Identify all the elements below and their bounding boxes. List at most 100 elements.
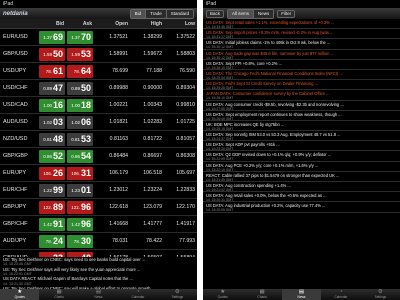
col-bid[interactable]: Bid	[38, 21, 66, 27]
segment-bid[interactable]: Bid	[130, 9, 147, 18]
quote-row[interactable]: USD/JPY 78. 61 78. 64 78.699 77.188 76.590	[0, 63, 197, 80]
bid-quote-cell[interactable]: 1.00 16	[39, 98, 65, 112]
ask-quote-cell[interactable]: 1.37 70	[67, 30, 93, 44]
ask-quote-cell[interactable]: 0.89 50	[67, 81, 93, 95]
bid-quote-cell[interactable]: 106. 26	[39, 166, 65, 180]
tab-calendar[interactable]: ◔ Calendar	[321, 289, 360, 300]
bid-quote-cell[interactable]: 1.02 03	[39, 115, 65, 129]
news-ticker-item[interactable]: US: Tsy Sec Geithner on CNBC: says need …	[0, 257, 197, 267]
bid-quote-cell[interactable]: 1.59 50	[39, 47, 65, 61]
ask-quote-cell[interactable]: 106. 31	[67, 166, 93, 180]
news-item[interactable]: US DATA: Aug construction spending +1.4%…	[203, 182, 400, 193]
ask-quote-cell[interactable]: 78. 30	[67, 234, 93, 248]
quote-row[interactable]: GBP/USD 1.59 50 1.59 53 1.58991 1.59672 1.58803	[0, 46, 197, 63]
col-ask[interactable]: Ask	[66, 21, 94, 27]
ask-quote-cell[interactable]: 0.86 54	[67, 149, 93, 163]
segment-standard[interactable]: Standard	[166, 9, 193, 18]
news-item[interactable]: US DATA: Sep nonmfg ISM 53.0 vs 53.3 Aug…	[203, 131, 400, 142]
ask-price-pips: 53	[80, 134, 91, 144]
high-value: 1.02283	[143, 119, 162, 125]
news-item[interactable]: US DATA: Fed's Sept St Credit Survey on …	[203, 80, 400, 91]
ask-quote-cell[interactable]: 0.81 53	[67, 132, 93, 146]
news-item[interactable]: US DATA: Aug industrial production +0.2%…	[203, 202, 400, 213]
news-item[interactable]: JAPAN DATA: Consumer confidence survey b…	[203, 90, 400, 101]
filter-button[interactable]: Filter	[277, 9, 296, 18]
ask-quote-cell[interactable]: 122. 96	[67, 200, 93, 214]
bid-price-pips: 61	[52, 66, 63, 76]
news-item[interactable]: US DATA: Sept PPI +0.8%, core +0.2% ... 1…	[203, 60, 400, 70]
bid-quote-cell[interactable]: 78. 61	[39, 64, 65, 78]
bid-quote-cell[interactable]: 1.42 91	[39, 217, 65, 231]
ask-price-prefix: 1.42	[71, 221, 80, 227]
ask-quote-cell[interactable]: 1.02 06	[67, 115, 93, 129]
quote-row[interactable]: GBP/CHF 1.42 91 1.42 96 1.41668 1.41777 1.41917	[0, 216, 197, 233]
quote-row[interactable]: AUD/USD 1.02 03 1.02 06 1.01821 1.02283 1.01725	[0, 114, 197, 131]
symbol-label: EUR/JPY	[3, 170, 27, 176]
bid-quote-cell[interactable]: 0.86 52	[39, 149, 65, 163]
ask-quote-cell[interactable]: 78. 64	[67, 64, 93, 78]
tab-news[interactable]: ▤ News	[79, 289, 118, 300]
news-item[interactable]: US DATA: Sept employment report continue…	[203, 111, 400, 121]
ask-price-pips: 31	[80, 168, 91, 178]
col-open[interactable]: Open	[94, 21, 130, 27]
news-item[interactable]: US DATA: The Chicago Fed's National Fina…	[203, 70, 400, 81]
news-item[interactable]: US DATA: Aug trade gap was $45.6 bln, na…	[203, 50, 400, 60]
news-feed-list: US DATA: Sept retail sales +1.1%, exceed…	[203, 19, 400, 289]
col-high[interactable]: High	[130, 21, 164, 27]
symbol-label: GBP/JPY	[3, 204, 27, 210]
news-item[interactable]: US DATA: Sept ADP pvt payrolls +91k ... 1…	[203, 141, 400, 152]
tab-quotes[interactable]: ★ Quotes	[203, 289, 242, 300]
tab-quotes[interactable]: ★ Quotes	[0, 289, 40, 300]
segment-trade[interactable]: Trade	[146, 9, 167, 18]
segment-news[interactable]: News	[254, 9, 274, 18]
col-low[interactable]: Low	[164, 21, 197, 27]
quote-row[interactable]: EUR/CHF 1.22 99 1.23 01 1.23012 1.23224 1.22833	[0, 182, 197, 199]
quote-row[interactable]: EUR/JPY 106. 26 106. 31 106.179 106.518 105.697	[0, 165, 197, 182]
tab-label: Settings	[374, 295, 387, 300]
news-item[interactable]: US DATA: Sept retail sales +1.1%, exceed…	[203, 19, 400, 30]
segment-all-items[interactable]: All items	[228, 9, 255, 18]
quote-row[interactable]: GBP/JPY 122. 89 122. 96 122.618 123.079 122.170	[0, 199, 197, 216]
news-ticker-item[interactable]: US DATA REACT: Michael Gapen of Barclays…	[0, 276, 197, 286]
quote-row[interactable]: EUR/USD 1.37 69 1.37 70 1.37521 1.38299 1.37522	[0, 29, 197, 46]
tab-charts[interactable]: ▦ Charts	[39, 289, 78, 300]
news-item[interactable]: US DATA: Aug PCE +0.2% y/y; core +0.1% m…	[203, 162, 400, 172]
quote-row[interactable]: GBP/GBP 0.86 52 0.86 54 0.86484 0.86697 0.86308	[0, 148, 197, 165]
tab-charts[interactable]: ▦ Charts	[242, 289, 281, 300]
back-button[interactable]: Back	[206, 9, 225, 18]
ask-quote-cell[interactable]: 1.59 53	[67, 47, 93, 61]
open-value: 1.58991	[109, 51, 128, 57]
ask-price-prefix: 1.37	[71, 34, 80, 40]
tab-calendar[interactable]: ◔ Calendar	[118, 289, 157, 300]
quote-row[interactable]: USD/CHF 0.89 47 0.89 50 0.89988 0.90000 0.89304	[0, 80, 197, 97]
ask-quote-cell[interactable]: 1.42 96	[67, 217, 93, 231]
news-item[interactable]: US DATA: Q2 GDP revised down to +0.1% q/…	[203, 151, 400, 162]
bid-quote-cell[interactable]: 1.22 99	[39, 183, 65, 197]
ask-quote-cell[interactable]: 1.23 01	[67, 183, 93, 197]
low-value: 76.590	[179, 68, 195, 74]
ask-price-prefix: 0.81	[71, 136, 80, 142]
news-item[interactable]: UK: BOE MPC increases QE by stg75bn ... 1…	[203, 121, 400, 132]
news-item[interactable]: REACT: Cable rallied 37 pips to $1.5479 …	[203, 172, 400, 182]
bid-quote-cell[interactable]: 0.89 47	[39, 81, 65, 95]
quote-row[interactable]: NZD/USD 0.81 48 0.81 53 0.81163 0.81722 0.81057	[0, 131, 197, 148]
ask-quote-cell[interactable]: 1.00 18	[67, 98, 93, 112]
tab-news[interactable]: ▤ News	[281, 289, 322, 300]
tab-settings[interactable]: ⚙ Settings	[158, 289, 197, 300]
news-item[interactable]: US DATA: Aug retail sales +0.0%, below t…	[203, 192, 400, 203]
bid-quote-cell[interactable]: 0.81 48	[39, 132, 65, 146]
news-item[interactable]: US DATA: Aug consumer credit -$9.5b, rev…	[203, 101, 400, 111]
bid-quote-cell[interactable]: 1.37 69	[39, 30, 65, 44]
news-ticker-item[interactable]: US: Tsy Sec Geithner says will very like…	[0, 267, 197, 277]
news-item[interactable]: US DATA: Initial jobless claims -1% to 4…	[203, 39, 400, 50]
news-item[interactable]: US DATA: Sep import prices +0.3% m/m, re…	[203, 29, 400, 40]
high-value: 123.079	[143, 204, 162, 210]
ask-price-prefix: 106.	[71, 170, 80, 176]
quote-row[interactable]: USD/CAD 1.00 16 1.00 18 1.00221 1.00343 0.99810	[0, 97, 197, 114]
bid-price-pips: 99	[52, 185, 63, 195]
tab-label: Charts	[54, 295, 64, 300]
tab-settings[interactable]: ⚙ Settings	[361, 289, 400, 300]
bid-quote-cell[interactable]: 78. 24	[39, 234, 65, 248]
bid-quote-cell[interactable]: 122. 89	[39, 200, 65, 214]
quote-row[interactable]: AUD/JPY 78. 24 78. 30 78.031 78.422 77.993	[0, 233, 197, 250]
